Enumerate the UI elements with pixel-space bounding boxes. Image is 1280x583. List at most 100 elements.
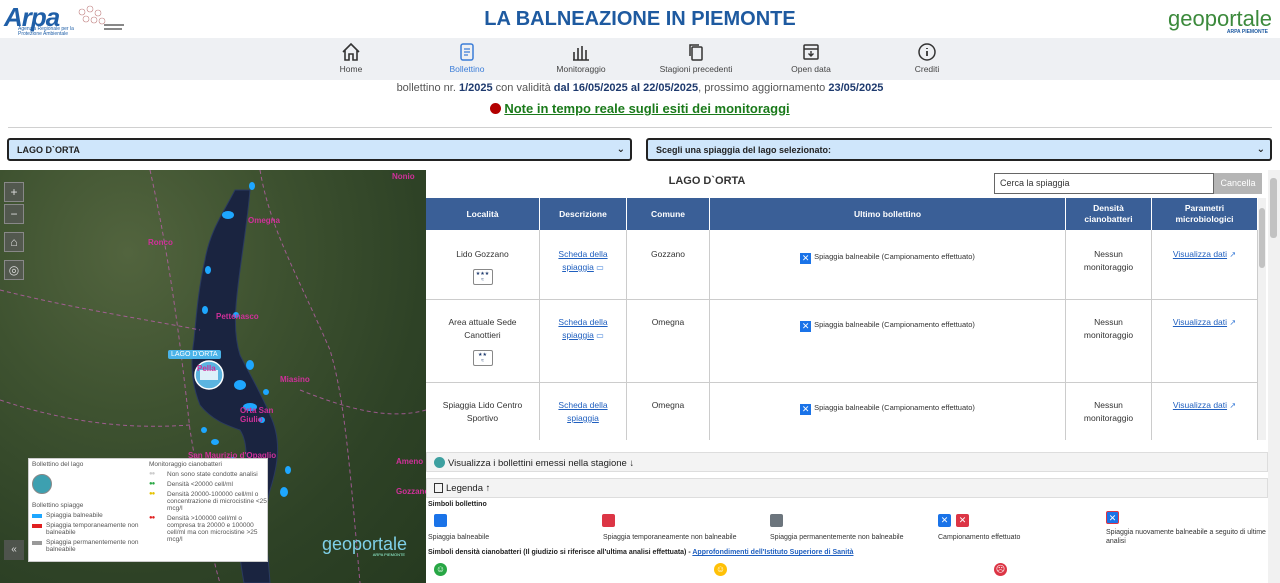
table-row: Area attuale Sede Canottieri ★★ ≈ Scheda …: [426, 300, 1258, 383]
cell-densita: Nessun monitoraggio: [1066, 300, 1152, 382]
visualizza-dati-link[interactable]: Visualizza dati: [1173, 400, 1227, 410]
page-scrollbar[interactable]: [1268, 170, 1280, 583]
neutral-yellow-icon: ☺: [714, 563, 727, 576]
square-blue-icon: [434, 514, 447, 527]
smile-green-icon: ☺: [434, 563, 447, 576]
zoom-out-button[interactable]: −: [4, 204, 24, 224]
nav-open-data[interactable]: Open data: [766, 40, 856, 78]
map-label: Ameno: [396, 457, 424, 466]
nav-bollettino[interactable]: Bollettino: [422, 40, 512, 78]
realtime-notes-link[interactable]: Note in tempo reale sugli esiti dei moni…: [504, 101, 789, 116]
geoportale-logo-subtitle: ARPA PIEMONTE: [1226, 29, 1268, 35]
legend-cyano-title: Monitoraggio cianobatteri: [149, 461, 222, 468]
nav-monitoraggio-label: Monitoraggio: [556, 64, 606, 74]
cell-localita: Lido Gozzano: [456, 249, 509, 259]
swatch-red: [32, 524, 42, 528]
main-nav: Home Bollettino Monitoraggio Stagioni pr…: [0, 38, 1280, 80]
nav-stagioni[interactable]: Stagioni precedenti: [651, 40, 741, 78]
panel-title: LAGO D`ORTA: [668, 175, 746, 187]
cell-bollettino: Spiaggia balneabile (Campionamento effet…: [814, 403, 975, 412]
collapse-panel-button[interactable]: «: [4, 540, 24, 560]
beach-select-value: Scegli una spiaggia del lago selezionato…: [656, 145, 832, 155]
map-label: Pettenasco: [216, 312, 259, 321]
legend-beach-item: Spiaggia balneabile: [46, 512, 103, 519]
cancel-button[interactable]: Cancella: [1214, 173, 1262, 194]
realtime-notes: Note in tempo reale sugli esiti dei moni…: [0, 101, 1280, 116]
trend-chart-icon[interactable]: ↗: [1229, 316, 1236, 329]
legend-cyano-item: Densità >100000 cell/ml o compresa tra 2…: [167, 515, 258, 543]
history-section-toggle[interactable]: Visualizza i bollettini emessi nella sta…: [426, 452, 1268, 472]
sampling-x-icon: ✕: [800, 321, 812, 332]
nav-home[interactable]: Home: [306, 40, 396, 78]
nav-crediti[interactable]: Crediti: [882, 40, 972, 78]
geoportale-logo[interactable]: geoportale ARPA PIEMONTE: [1168, 6, 1272, 35]
stars-text: ★★: [478, 352, 487, 358]
table-scrollbar-thumb[interactable]: [1259, 208, 1265, 268]
square-red-icon: [602, 514, 615, 527]
bulletin-validity: dal 16/05/2025 al 22/05/2025: [553, 82, 699, 94]
cell-bollettino: Spiaggia balneabile (Campionamento effet…: [814, 320, 975, 329]
x-reopened-icon: ✕: [1106, 511, 1119, 524]
lake-badge-icon: [434, 457, 445, 468]
trend-chart-icon[interactable]: ↗: [1229, 399, 1236, 412]
table-row: Lido Gozzano ★★★ ≈ Scheda della spiaggia …: [426, 230, 1258, 300]
lake-callout[interactable]: LAGO D'ORTA: [168, 350, 221, 359]
header-bar: Arpa Agenzia Regionale per la Protezione…: [0, 0, 1280, 38]
quality-stars-icon: ★★★ ≈: [472, 269, 493, 285]
col-densita: Densità cianobatteri: [1066, 198, 1152, 230]
page-scrollbar-thumb[interactable]: [1270, 178, 1277, 238]
stars-text: ★★★: [475, 271, 490, 277]
swatch-blue: [32, 514, 42, 518]
history-section-label: Visualizza i bollettini emessi nella sta…: [448, 458, 635, 469]
map-label: Pella: [197, 364, 216, 373]
chevron-down-icon: ⌄: [1256, 144, 1265, 155]
map-view[interactable]: + − ⌂ ◎ Nonio Omegna Ronco Pettenasco Pe…: [0, 170, 426, 583]
locate-button[interactable]: ◎: [4, 260, 24, 280]
lake-select[interactable]: LAGO D`ORTA ⌄: [7, 138, 632, 161]
card-icon[interactable]: ▭: [596, 329, 604, 342]
bar-chart-icon: [573, 46, 589, 61]
map-label: Miasino: [280, 375, 310, 384]
search-input[interactable]: Cerca la spiaggia: [994, 173, 1214, 194]
home-icon: [342, 42, 360, 61]
sampling-x-icon: ✕: [800, 404, 812, 415]
page-title: LA BALNEAZIONE IN PIEMONTE: [484, 8, 796, 30]
trend-chart-icon[interactable]: ↗: [1229, 248, 1236, 261]
zoom-in-button[interactable]: +: [4, 182, 24, 202]
divider: [8, 127, 1272, 128]
legend-lake-title: Bollettino del lago: [32, 461, 84, 468]
map-watermark-text: geoportale: [322, 534, 408, 554]
cell-comune: Omegna: [627, 383, 710, 440]
bulletin-next-text: , prossimo aggiornamento: [698, 82, 826, 94]
legend-section-toggle[interactable]: Legenda ↑: [426, 478, 1268, 498]
col-ultimo-bollettino: Ultimo bollettino: [710, 198, 1066, 230]
dots-red-icon: ●●: [149, 515, 155, 521]
map-label: Nonio: [392, 172, 415, 181]
legend-item: Spiaggia permanentemente non balneabile: [770, 534, 904, 541]
scheda-link[interactable]: Scheda della spiaggia: [558, 400, 607, 423]
info-icon: [918, 43, 936, 61]
legend-cyano-item: Densità <20000 cell/ml: [167, 481, 233, 488]
card-icon[interactable]: ▭: [596, 261, 604, 274]
legend-section-label: Legenda ↑: [446, 483, 491, 494]
cell-localita: Area attuale Sede Canottieri: [448, 317, 517, 340]
visualizza-dati-link[interactable]: Visualizza dati: [1173, 249, 1227, 259]
iss-link[interactable]: Approfondimenti dell'Istituto Superiore …: [692, 549, 853, 556]
visualizza-dati-link[interactable]: Visualizza dati: [1173, 317, 1227, 327]
col-descrizione: Descrizione: [540, 198, 627, 230]
bulletin-next-date: 23/05/2025: [828, 82, 884, 94]
nav-bollettino-label: Bollettino: [449, 64, 485, 74]
nav-monitoraggio[interactable]: Monitoraggio: [536, 40, 626, 78]
square-grey-icon: [770, 514, 783, 527]
x-blue-icon: ✕: [938, 514, 951, 527]
map-legend: Bollettino del lago Bollettino spiagge S…: [28, 458, 268, 562]
legend-beach-item: Spiaggia permanentemente non balneabile: [46, 539, 139, 553]
legend-beach-item: Spiaggia temporaneamente non balneabile: [46, 522, 139, 536]
table-row: Spiaggia Lido Centro Sportivo Scheda del…: [426, 383, 1258, 440]
table-scrollbar[interactable]: [1258, 198, 1266, 440]
beach-select[interactable]: Scegli una spiaggia del lago selezionato…: [646, 138, 1272, 161]
geoportale-logo-text: geoportale: [1168, 6, 1272, 31]
home-extent-button[interactable]: ⌂: [4, 232, 24, 252]
col-localita: Località: [426, 198, 540, 230]
map-label: Orta San Giulio: [240, 406, 274, 424]
